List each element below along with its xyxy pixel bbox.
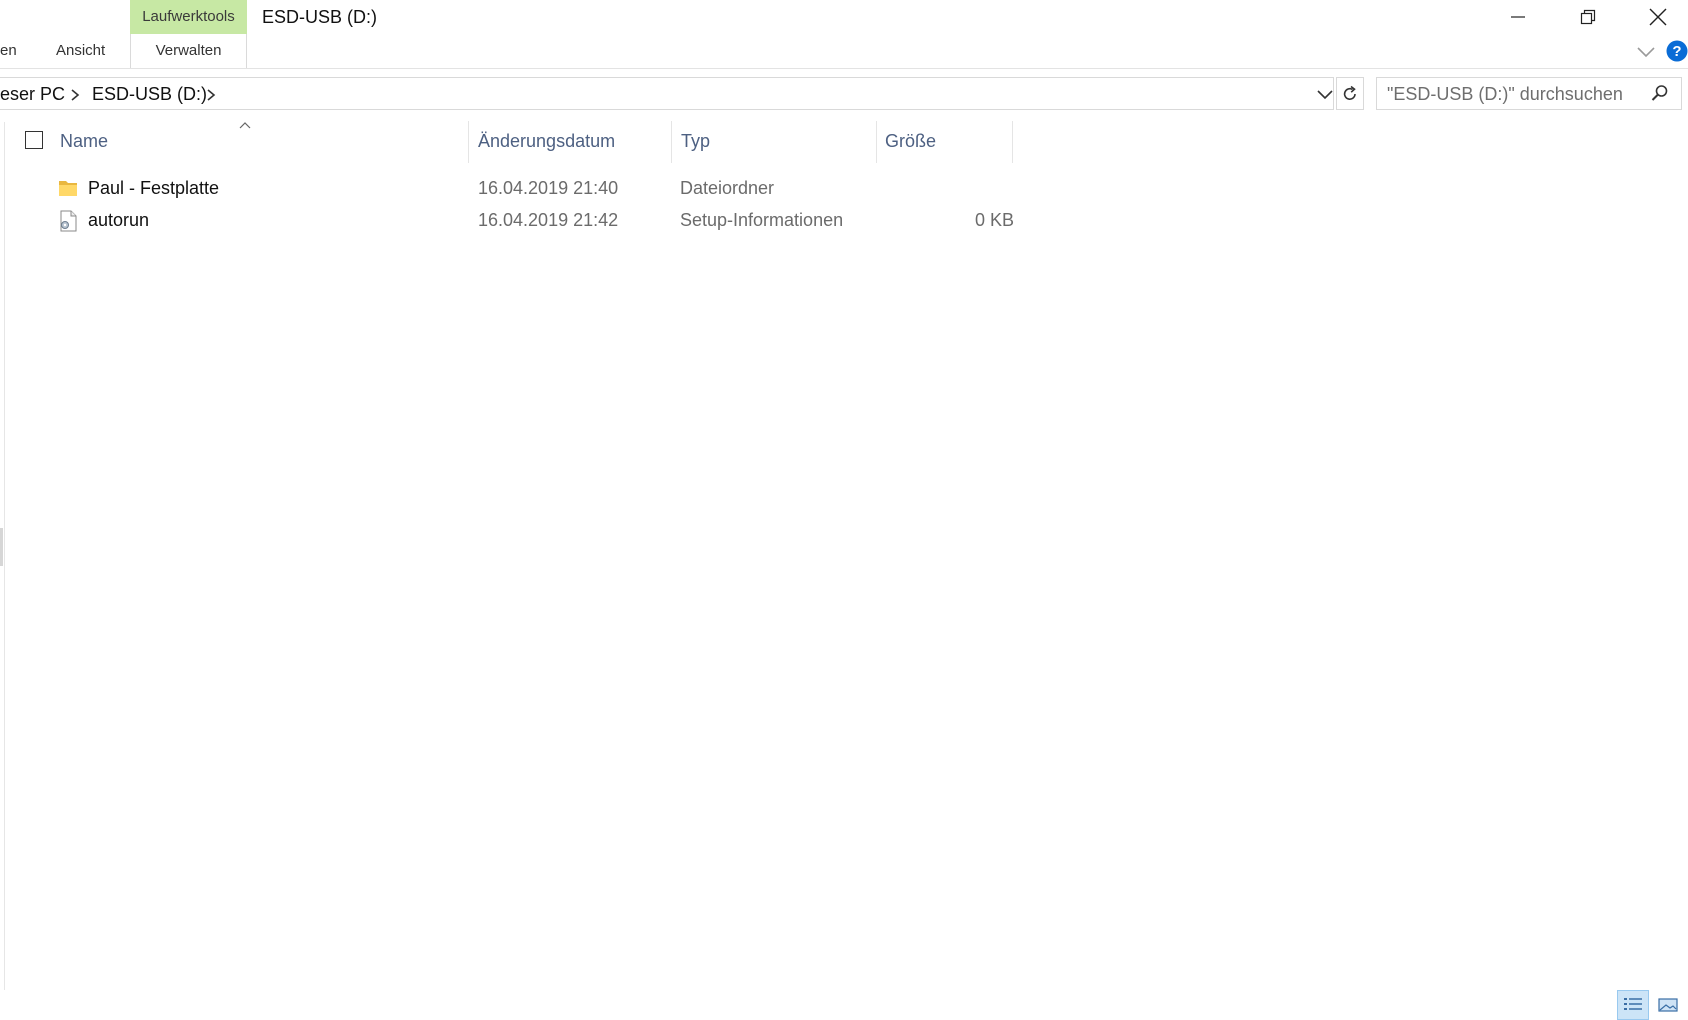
column-header-type[interactable]: Typ — [681, 131, 710, 152]
minimize-icon — [1511, 16, 1525, 18]
close-button[interactable] — [1623, 0, 1688, 34]
tab-partial[interactable]: en — [0, 42, 17, 59]
column-divider[interactable] — [1012, 121, 1013, 163]
folder-icon — [58, 178, 78, 198]
breadcrumb-this-pc[interactable]: eser PC — [0, 84, 65, 105]
column-header-size[interactable]: Größe — [885, 131, 936, 152]
file-date: 16.04.2019 21:40 — [478, 178, 619, 198]
restore-icon — [1580, 9, 1596, 25]
select-all-checkbox[interactable] — [25, 131, 43, 149]
column-header-date[interactable]: Änderungsdatum — [478, 131, 615, 152]
minimize-button[interactable] — [1483, 0, 1553, 34]
file-date: 16.04.2019 21:42 — [478, 210, 619, 230]
column-divider[interactable] — [876, 121, 877, 163]
details-view-icon — [1624, 998, 1642, 1010]
tab-ansicht[interactable]: Ansicht — [56, 42, 105, 59]
context-tab-group-label: Laufwerktools — [130, 0, 247, 34]
refresh-button[interactable] — [1336, 77, 1364, 110]
file-name: autorun — [88, 210, 150, 230]
close-icon — [1649, 8, 1667, 26]
details-view-button[interactable] — [1617, 990, 1649, 1020]
breadcrumb-esd-usb[interactable]: ESD-USB (D:) — [92, 84, 207, 105]
chevron-down-icon — [1637, 47, 1655, 58]
breadcrumb-separator-icon[interactable] — [68, 87, 82, 103]
help-button[interactable]: ? — [1666, 40, 1688, 62]
restore-button[interactable] — [1553, 0, 1623, 34]
search-icon[interactable] — [1651, 84, 1669, 102]
navigation-pane-splitter[interactable] — [0, 528, 3, 566]
search-placeholder: "ESD-USB (D:)" durchsuchen — [1387, 84, 1623, 104]
large-icons-view-button[interactable] — [1652, 990, 1684, 1020]
ribbon-expand-button[interactable] — [1636, 44, 1656, 60]
file-name: Paul - Festplatte — [88, 178, 220, 198]
navigation-pane-border — [4, 122, 5, 990]
window-title: ESD-USB (D:) — [262, 7, 378, 27]
column-header-name[interactable]: Name — [60, 131, 108, 152]
chevron-down-icon — [1317, 90, 1333, 100]
file-type: Dateiordner — [680, 178, 775, 198]
address-history-button[interactable] — [1316, 86, 1334, 102]
column-divider[interactable] — [468, 121, 469, 163]
refresh-icon — [1343, 85, 1356, 100]
file-size: 0 KB — [974, 210, 1014, 230]
column-divider[interactable] — [671, 121, 672, 163]
large-icons-view-icon — [1658, 998, 1678, 1012]
sort-ascending-icon — [238, 117, 252, 129]
svg-text:?: ? — [1672, 43, 1681, 60]
tab-verwalten[interactable]: Verwalten — [130, 34, 247, 68]
file-type: Setup-Informationen — [680, 210, 844, 230]
setup-file-icon — [58, 210, 78, 232]
list-item[interactable]: Paul - Festplatte 16.04.2019 21:40 Datei… — [56, 172, 1014, 204]
help-icon: ? — [1666, 40, 1688, 62]
breadcrumb-separator-icon[interactable] — [204, 87, 218, 103]
list-item[interactable]: autorun 16.04.2019 21:42 Setup-Informati… — [56, 204, 1014, 236]
ribbon-divider — [0, 68, 1688, 69]
